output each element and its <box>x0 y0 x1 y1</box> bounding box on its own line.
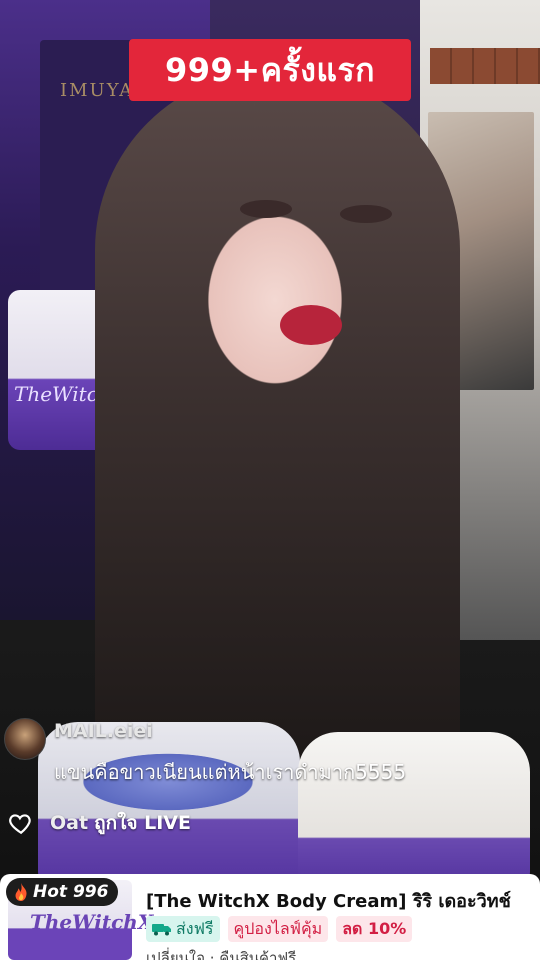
hot-badge-label: Hot 996 <box>33 882 109 902</box>
promo-banner: 999+ครั้งแรก <box>129 39 411 101</box>
live-comment: MAIL.eiei แขนคือขาวเนียนแต่หน้าเราดำมาก5… <box>4 718 474 788</box>
free-shipping-label: ส่งฟรี <box>176 918 214 938</box>
coupon-tag: คูปองไลฟ์คุ้ม <box>227 916 329 942</box>
heart-icon <box>9 814 31 835</box>
product-tags: ส่งฟรี คูปองไลฟ์คุ้ม ลด 10% <box>146 916 413 942</box>
presenter-lips <box>280 305 342 345</box>
discount-tag: ลด 10% <box>336 916 413 942</box>
comment-text: แขนคือขาวเนียนแต่หน้าเราดำมาก5555 <box>54 760 407 784</box>
presenter-eye-right <box>340 205 392 223</box>
like-text: ถูกใจ LIVE <box>94 812 191 834</box>
hot-badge: Hot 996 <box>6 878 119 906</box>
like-notification: Oat ถูกใจ LIVE <box>8 808 191 838</box>
like-username: Oat <box>50 812 89 834</box>
free-shipping-tag: ส่งฟรี <box>146 916 220 942</box>
return-policy-text: เปลี่ยนใจ · คืนสินค้าฟรี <box>146 949 297 960</box>
pinned-product-card[interactable]: TheWitchX Hot 996 [The WitchX Body Cream… <box>0 874 540 960</box>
comment-username[interactable]: MAIL.eiei <box>54 720 153 742</box>
thumbnail-brand-script: TheWitchX <box>30 910 154 934</box>
presenter-eye-left <box>240 200 292 218</box>
promo-text: 999+ครั้งแรก <box>164 50 375 89</box>
presenter <box>95 70 460 790</box>
background-brick <box>430 48 540 84</box>
product-title[interactable]: [The WitchX Body Cream] ริริ เดอะวิทช์ <box>146 886 511 915</box>
avatar[interactable] <box>4 718 46 760</box>
truck-icon <box>152 924 171 936</box>
flame-icon <box>15 883 27 901</box>
